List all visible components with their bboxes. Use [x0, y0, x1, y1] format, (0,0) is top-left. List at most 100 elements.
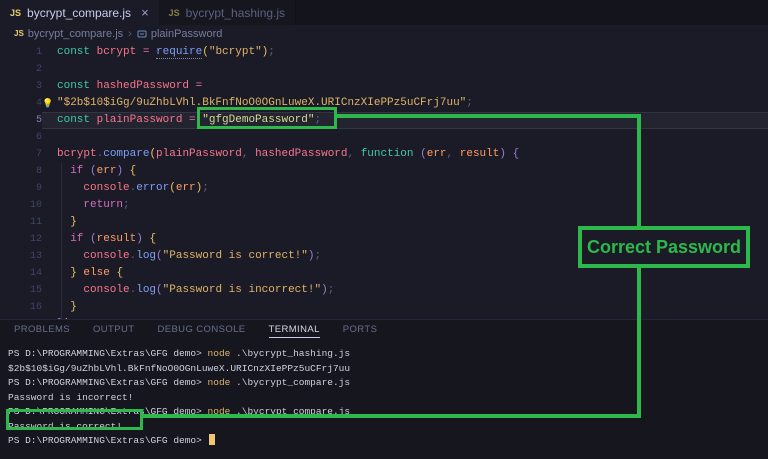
- panel-tab-terminal[interactable]: TERMINAL: [268, 324, 320, 338]
- terminal-text: node: [207, 348, 231, 359]
- code-line: 4 💡 "$2b$10$iGg/9uZhbLVhl.BkFnfNoO0OGnLuwe…: [0, 95, 768, 112]
- breadcrumb: JS bycrypt_compare.js › plainPassword: [0, 25, 768, 42]
- terminal-text: .\bycrypt_hashing.js: [230, 348, 351, 359]
- code-token: console: [83, 284, 130, 296]
- code-text: } else {: [42, 265, 768, 282]
- panel-tab-debug-console[interactable]: DEBUG CONSOLE: [157, 324, 245, 337]
- code-token: ;: [202, 182, 209, 194]
- line-number: 4: [35, 98, 42, 109]
- code-token: =: [136, 46, 157, 58]
- code-line: 1 const bcrypt = require("bcrypt");: [0, 44, 768, 61]
- tab-bycrypt-compare[interactable]: JS bycrypt_compare.js ×: [0, 0, 159, 25]
- code-editor[interactable]: 1 const bcrypt = require("bcrypt"); 2 3 cons…: [0, 42, 768, 319]
- code-token: ;: [123, 199, 130, 211]
- terminal-text: Password is incorrect!: [8, 391, 134, 403]
- code-token: log: [136, 250, 157, 262]
- code-token: console: [83, 250, 130, 262]
- terminal-text: $2b$10$iGg/9uZhbLVhl.BkFnfNoO0OGnLuweX.U…: [8, 362, 351, 374]
- code-line: 8 if (err) {: [0, 163, 768, 180]
- code-line: 3 const hashedPassword =: [0, 78, 768, 95]
- code-token: ;: [327, 284, 335, 296]
- code-text: }: [42, 214, 768, 231]
- code-token: bcrypt: [96, 46, 137, 58]
- code-token: ): [499, 148, 506, 160]
- line-number: 8: [35, 166, 42, 177]
- editor-tab-bar: JS bycrypt_compare.js × JS bycrypt_hashi…: [0, 0, 768, 25]
- code-token: {: [116, 267, 124, 279]
- js-file-icon: JS: [10, 7, 22, 18]
- terminal-text: .\bycrypt_compare.js: [230, 406, 351, 417]
- tab-bycrypt-hashing[interactable]: JS bycrypt_hashing.js: [158, 0, 297, 25]
- line-number: 15: [29, 285, 42, 296]
- code-token: else: [83, 267, 110, 279]
- code-text: if (result) {: [42, 231, 768, 248]
- code-token: return: [83, 199, 124, 211]
- panel-tab-ports[interactable]: PORTS: [343, 324, 378, 337]
- line-number: 2: [35, 64, 42, 75]
- code-line: 14 } else {: [0, 265, 768, 282]
- line-number: 6: [35, 132, 42, 143]
- terminal-text: node: [207, 406, 231, 417]
- code-token: log: [136, 284, 157, 296]
- bottom-panel: PROBLEMS OUTPUT DEBUG CONSOLE TERMINAL PORTS…: [0, 319, 768, 459]
- terminal-line: PS D:\PROGRAMMING\Extras\GFG demo> node …: [0, 405, 768, 420]
- close-icon[interactable]: ×: [141, 6, 149, 19]
- line-number: 3: [35, 81, 42, 92]
- code-token: (: [90, 165, 97, 177]
- code-token: ): [321, 284, 328, 296]
- code-token: ;: [466, 97, 473, 109]
- breadcrumb-symbol[interactable]: plainPassword: [151, 28, 223, 40]
- terminal-text: PS D:\PROGRAMMING\Extras\GFG demo>: [8, 435, 208, 446]
- line-number: 16: [29, 302, 42, 313]
- code-token: }: [70, 267, 77, 279]
- line-number: 13: [29, 251, 42, 262]
- js-file-icon: JS: [168, 7, 180, 18]
- code-token: console: [83, 182, 130, 194]
- line-number: 11: [29, 217, 42, 228]
- code-token: "bcrypt": [208, 46, 262, 58]
- terminal-text: PS D:\PROGRAMMING\Extras\GFG demo>: [8, 406, 208, 417]
- code-token: ): [307, 250, 315, 262]
- vscode-window: JS bycrypt_compare.js × JS bycrypt_hashi…: [0, 0, 768, 459]
- code-token: plainPassword: [156, 148, 242, 160]
- code-token: err: [426, 148, 447, 160]
- terminal[interactable]: PS D:\PROGRAMMING\Extras\GFG demo> node …: [0, 347, 768, 449]
- code-token: {: [129, 165, 137, 177]
- line-number: 7: [35, 149, 42, 160]
- lightbulb-icon[interactable]: 💡: [42, 96, 53, 111]
- code-token: =: [189, 80, 203, 92]
- chevron-right-icon: ›: [128, 27, 132, 40]
- code-text: console.log("Password is incorrect!");: [42, 282, 768, 299]
- code-token: }: [70, 301, 77, 313]
- code-token: const: [57, 114, 97, 126]
- panel-tab-problems[interactable]: PROBLEMS: [14, 324, 70, 337]
- code-line: 15 console.log("Password is incorrect!")…: [0, 282, 768, 299]
- code-token: result: [459, 148, 500, 160]
- line-number: 9: [35, 183, 42, 194]
- code-token: error: [136, 182, 170, 194]
- code-token: hashedPassword: [255, 148, 348, 160]
- terminal-line: PS D:\PROGRAMMING\Extras\GFG demo> node …: [0, 376, 768, 391]
- code-token: (: [156, 250, 163, 262]
- terminal-line: Password is incorrect!: [0, 391, 768, 406]
- code-token: bcrypt: [57, 148, 97, 160]
- code-line: 5 const plainPassword = "gfgDemoPassword"…: [0, 112, 768, 129]
- code-token: plainPassword: [96, 114, 183, 126]
- panel-tab-output[interactable]: OUTPUT: [93, 324, 134, 337]
- code-line: 9 console.error(err);: [0, 180, 768, 197]
- line-number: 10: [29, 200, 42, 211]
- code-token: compare: [103, 148, 150, 160]
- code-token: ,: [347, 148, 361, 160]
- code-token: err: [96, 165, 117, 177]
- code-token: ;: [314, 114, 322, 126]
- breadcrumb-file[interactable]: bycrypt_compare.js: [28, 28, 123, 40]
- terminal-cursor: [208, 434, 215, 445]
